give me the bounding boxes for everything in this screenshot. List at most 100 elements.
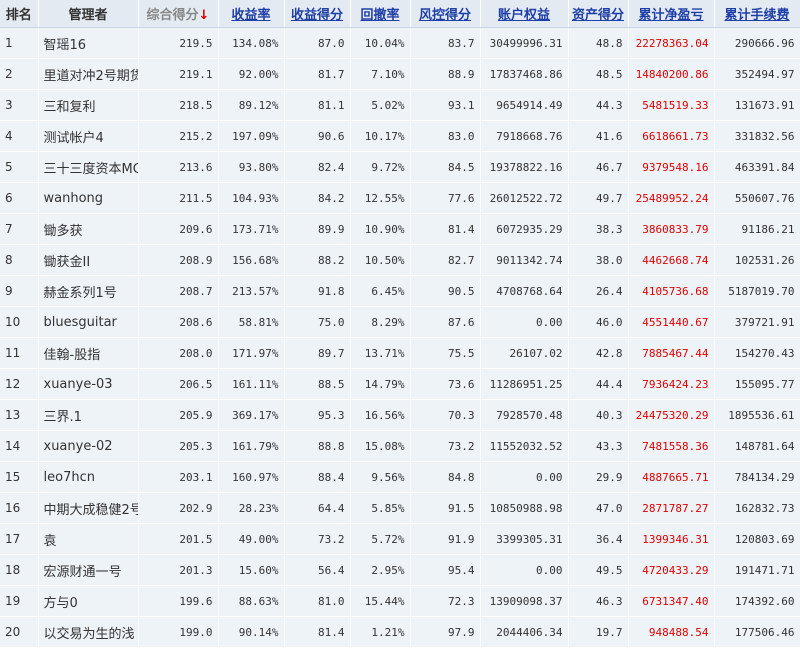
- equity-cell: 0.00: [480, 306, 569, 338]
- return-score-cell: 64.4: [284, 492, 351, 524]
- asset-score-cell: 48.8: [568, 27, 629, 59]
- return-rate-cell: 173.71%: [218, 213, 285, 245]
- equity-cell: 26107.02: [480, 337, 569, 369]
- header-risk-score[interactable]: 风控得分: [410, 0, 481, 28]
- return-score-cell: 81.7: [284, 58, 351, 90]
- asset-score-cell: 49.5: [568, 554, 629, 586]
- equity-cell: 26012522.72: [480, 182, 569, 214]
- table-row: 13 三界.1 205.9 369.17% 95.3 16.56% 70.3 7928570.…: [0, 399, 800, 431]
- rank-cell: 13: [0, 399, 39, 431]
- header-asset-score[interactable]: 资产得分: [568, 0, 629, 28]
- manager-cell: 智瑶16: [38, 27, 139, 59]
- rank-cell: 11: [0, 337, 39, 369]
- manager-cell: bluesguitar: [38, 306, 139, 338]
- equity-cell: 10850988.98: [480, 492, 569, 524]
- drawdown-cell: 9.56%: [350, 461, 411, 493]
- manager-cell: 袁: [38, 523, 139, 555]
- table-row: 14 xuanye-02 205.3 161.79% 88.8 15.08% 73.2 115…: [0, 430, 800, 462]
- rank-cell: 17: [0, 523, 39, 555]
- asset-score-cell: 36.4: [568, 523, 629, 555]
- manager-cell: 宏源财通一号: [38, 554, 139, 586]
- asset-score-cell: 46.0: [568, 306, 629, 338]
- net-pnl-cell: 3860833.79: [628, 213, 715, 245]
- drawdown-cell: 5.02%: [350, 89, 411, 121]
- rank-cell: 4: [0, 120, 39, 152]
- asset-score-cell: 38.0: [568, 244, 629, 276]
- net-pnl-cell: 4105736.68: [628, 275, 715, 307]
- net-pnl-cell: 7481558.36: [628, 430, 715, 462]
- risk-score-cell: 70.3: [410, 399, 481, 431]
- return-rate-cell: 15.60%: [218, 554, 285, 586]
- rank-cell: 7: [0, 213, 39, 245]
- manager-cell: xuanye-02: [38, 430, 139, 462]
- risk-score-cell: 81.4: [410, 213, 481, 245]
- header-manager: 管理者: [38, 0, 139, 28]
- asset-score-cell: 19.7: [568, 616, 629, 648]
- table-row: 10 bluesguitar 208.6 58.81% 75.0 8.29% 87.6 0.0…: [0, 306, 800, 338]
- rank-cell: 3: [0, 89, 39, 121]
- drawdown-cell: 9.72%: [350, 151, 411, 183]
- net-pnl-cell: 948488.54: [628, 616, 715, 648]
- return-score-cell: 56.4: [284, 554, 351, 586]
- total-score-cell: 205.3: [138, 430, 219, 462]
- return-score-cell: 89.7: [284, 337, 351, 369]
- manager-cell: 里道对冲2号期货: [38, 58, 139, 90]
- header-rank: 排名: [0, 0, 39, 28]
- drawdown-cell: 10.50%: [350, 244, 411, 276]
- risk-score-cell: 82.7: [410, 244, 481, 276]
- rank-cell: 18: [0, 554, 39, 586]
- return-rate-cell: 28.23%: [218, 492, 285, 524]
- risk-score-cell: 93.1: [410, 89, 481, 121]
- total-score-cell: 203.1: [138, 461, 219, 493]
- manager-cell: 佳翰-股指: [38, 337, 139, 369]
- drawdown-cell: 13.71%: [350, 337, 411, 369]
- risk-score-cell: 90.5: [410, 275, 481, 307]
- return-score-cell: 88.2: [284, 244, 351, 276]
- return-score-cell: 82.4: [284, 151, 351, 183]
- asset-score-cell: 29.9: [568, 461, 629, 493]
- drawdown-cell: 16.56%: [350, 399, 411, 431]
- return-rate-cell: 49.00%: [218, 523, 285, 555]
- header-return-score[interactable]: 收益得分: [284, 0, 351, 28]
- return-score-cell: 89.9: [284, 213, 351, 245]
- total-score-cell: 213.6: [138, 151, 219, 183]
- risk-score-cell: 75.5: [410, 337, 481, 369]
- net-pnl-cell: 7936424.23: [628, 368, 715, 400]
- header-total-score[interactable]: 综合得分↓: [138, 0, 219, 28]
- equity-cell: 30499996.31: [480, 27, 569, 59]
- drawdown-cell: 10.17%: [350, 120, 411, 152]
- asset-score-cell: 41.6: [568, 120, 629, 152]
- return-rate-cell: 92.00%: [218, 58, 285, 90]
- header-equity[interactable]: 账户权益: [480, 0, 569, 28]
- net-pnl-cell: 2871787.27: [628, 492, 715, 524]
- risk-score-cell: 83.7: [410, 27, 481, 59]
- total-score-cell: 199.6: [138, 585, 219, 617]
- rank-cell: 12: [0, 368, 39, 400]
- total-score-cell: 205.9: [138, 399, 219, 431]
- asset-score-cell: 44.3: [568, 89, 629, 121]
- manager-cell: 赫金系列1号: [38, 275, 139, 307]
- table-row: 9 赫金系列1号 208.7 213.57% 91.8 6.45% 90.5 4708768.…: [0, 275, 800, 307]
- equity-cell: 11286951.25: [480, 368, 569, 400]
- equity-cell: 7918668.76: [480, 120, 569, 152]
- net-pnl-cell: 4551440.67: [628, 306, 715, 338]
- return-rate-cell: 89.12%: [218, 89, 285, 121]
- return-score-cell: 75.0: [284, 306, 351, 338]
- table-row: 1 智瑶16 219.5 134.08% 87.0 10.04% 83.7 30499996.…: [0, 27, 800, 59]
- header-net-pnl[interactable]: 累计净盈亏: [628, 0, 715, 28]
- total-score-cell: 201.5: [138, 523, 219, 555]
- return-score-cell: 88.5: [284, 368, 351, 400]
- equity-cell: 9654914.49: [480, 89, 569, 121]
- header-drawdown[interactable]: 回撤率: [350, 0, 411, 28]
- net-pnl-cell: 22278363.04: [628, 27, 715, 59]
- manager-cell: wanhong: [38, 182, 139, 214]
- fees-cell: 120803.69: [714, 523, 800, 555]
- return-score-cell: 81.4: [284, 616, 351, 648]
- asset-score-cell: 46.3: [568, 585, 629, 617]
- net-pnl-cell: 24475320.29: [628, 399, 715, 431]
- header-fees[interactable]: 累计手续费: [714, 0, 800, 28]
- header-return-rate[interactable]: 收益率: [218, 0, 285, 28]
- equity-cell: 9011342.74: [480, 244, 569, 276]
- equity-cell: 2044406.34: [480, 616, 569, 648]
- total-score-cell: 219.5: [138, 27, 219, 59]
